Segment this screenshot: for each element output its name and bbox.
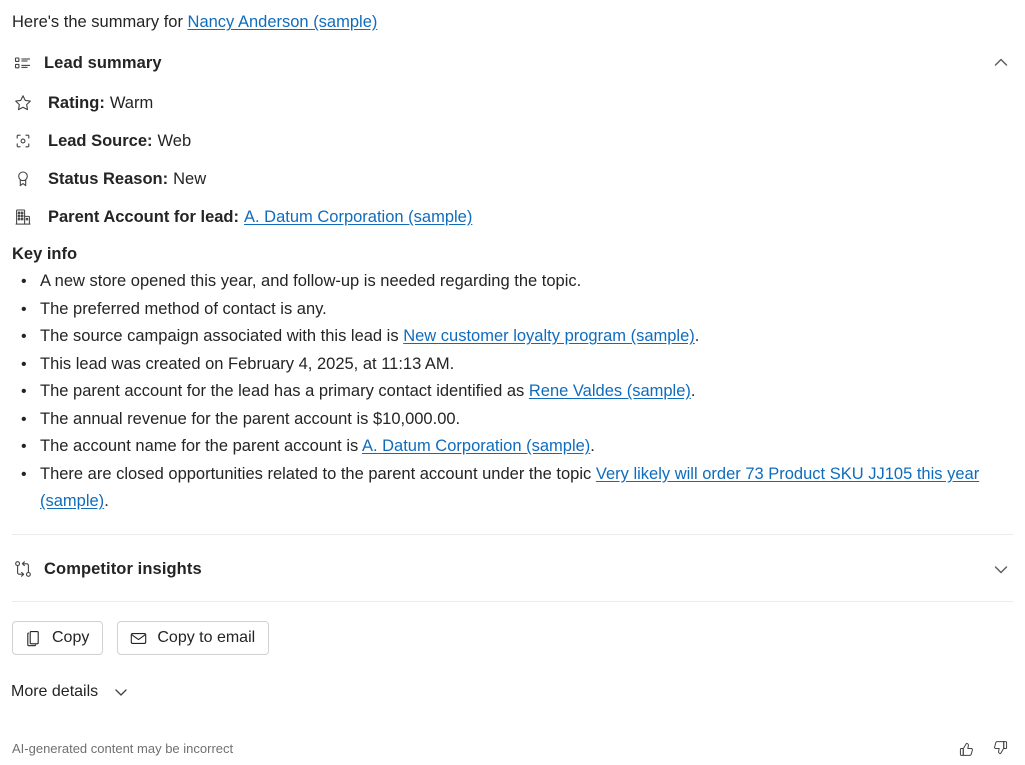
key-info-text: The annual revenue for the parent accoun… xyxy=(40,409,461,428)
detail-row-parent-account: Parent Account for lead: A. Datum Corpor… xyxy=(12,205,472,229)
lead-summary-card: Here's the summary for Nancy Anderson (s… xyxy=(0,0,1025,765)
more-details-toggle[interactable]: More details xyxy=(11,681,132,703)
key-info-item: The annual revenue for the parent accoun… xyxy=(21,406,1012,434)
detail-label-lead-source: Lead Source: xyxy=(48,132,153,150)
key-info-item: This lead was created on February 4, 202… xyxy=(21,351,1012,379)
copy-button[interactable]: Copy xyxy=(12,621,104,655)
key-info-text: The preferred method of contact is any. xyxy=(40,299,327,318)
copy-icon xyxy=(23,628,43,648)
thumbs-up-icon[interactable] xyxy=(955,737,977,759)
feedback-controls xyxy=(955,737,1011,759)
ai-disclaimer: AI-generated content may be incorrect xyxy=(12,741,234,756)
detail-row-rating: Rating: Warm xyxy=(12,91,153,115)
key-info-item: The preferred method of contact is any. xyxy=(21,296,1012,324)
key-info-text: There are closed opportunities related t… xyxy=(40,464,596,483)
action-button-row: Copy Copy to email xyxy=(12,621,270,655)
key-info-text: . xyxy=(104,492,109,510)
key-info-list: A new store opened this year, and follow… xyxy=(12,268,1012,516)
section-header-competitor-insights[interactable]: Competitor insights xyxy=(12,552,1013,586)
key-info-title: Key info xyxy=(12,245,78,263)
detail-row-lead-source: Lead Source: Web xyxy=(12,129,191,153)
chevron-up-icon[interactable] xyxy=(989,51,1013,75)
section-title-competitor-insights: Competitor insights xyxy=(44,559,202,578)
detail-label-parent-account: Parent Account for lead: xyxy=(48,208,239,226)
key-info-text: . xyxy=(690,382,696,400)
key-info-text: The source campaign associated with this… xyxy=(40,327,404,345)
lead-name-link[interactable]: Nancy Anderson (sample) xyxy=(188,13,378,31)
key-info-link[interactable]: A. Datum Corporation (sample) xyxy=(362,437,590,455)
key-info-text: This lead was created on February 4, 202… xyxy=(40,354,455,373)
key-info-link[interactable]: New customer loyalty program (sample) xyxy=(403,327,695,345)
divider-top xyxy=(12,534,1013,535)
detail-label-status-reason: Status Reason: xyxy=(48,170,169,188)
key-info-text: The account name for the parent account … xyxy=(40,437,362,455)
copy-button-label: Copy xyxy=(52,629,90,646)
key-info-text: . xyxy=(694,327,700,345)
chevron-down-icon xyxy=(110,681,132,703)
key-info-item: A new store opened this year, and follow… xyxy=(21,268,1012,296)
key-info-text: The parent account for the lead has a pr… xyxy=(40,382,529,400)
mail-icon xyxy=(128,628,148,648)
divider-bottom xyxy=(12,601,1013,602)
parent-account-link[interactable]: A. Datum Corporation (sample) xyxy=(244,208,472,226)
chevron-down-icon[interactable] xyxy=(989,557,1013,581)
detail-label-rating: Rating: xyxy=(48,94,105,112)
detail-value-rating: Warm xyxy=(109,94,154,112)
bulleted-list-icon xyxy=(12,52,34,74)
building-icon xyxy=(12,206,34,228)
copy-to-email-button-label: Copy to email xyxy=(157,629,256,646)
ribbon-icon xyxy=(12,168,34,190)
key-info-link[interactable]: Rene Valdes (sample) xyxy=(529,382,691,400)
key-info-text: . xyxy=(590,437,595,455)
branch-flow-icon xyxy=(12,558,34,580)
detail-value-lead-source: Web xyxy=(157,132,192,150)
star-icon xyxy=(12,92,34,114)
intro-prefix: Here's the summary for xyxy=(12,13,188,31)
detail-row-status-reason: Status Reason: New xyxy=(12,167,206,191)
target-icon xyxy=(12,130,34,152)
key-info-item: There are closed opportunities related t… xyxy=(21,461,1012,516)
detail-value-status-reason: New xyxy=(173,170,207,188)
more-details-label: More details xyxy=(11,683,99,700)
thumbs-down-icon[interactable] xyxy=(989,737,1011,759)
key-info-item: The source campaign associated with this… xyxy=(21,323,1012,351)
section-title-lead-summary: Lead summary xyxy=(44,53,162,72)
key-info-text: A new store opened this year, and follow… xyxy=(40,272,582,290)
intro-line: Here's the summary for Nancy Anderson (s… xyxy=(12,10,377,34)
key-info-item: The parent account for the lead has a pr… xyxy=(21,378,1012,406)
key-info-item: The account name for the parent account … xyxy=(21,433,1012,461)
copy-to-email-button[interactable]: Copy to email xyxy=(117,621,270,655)
section-header-lead-summary[interactable]: Lead summary xyxy=(12,46,1013,80)
